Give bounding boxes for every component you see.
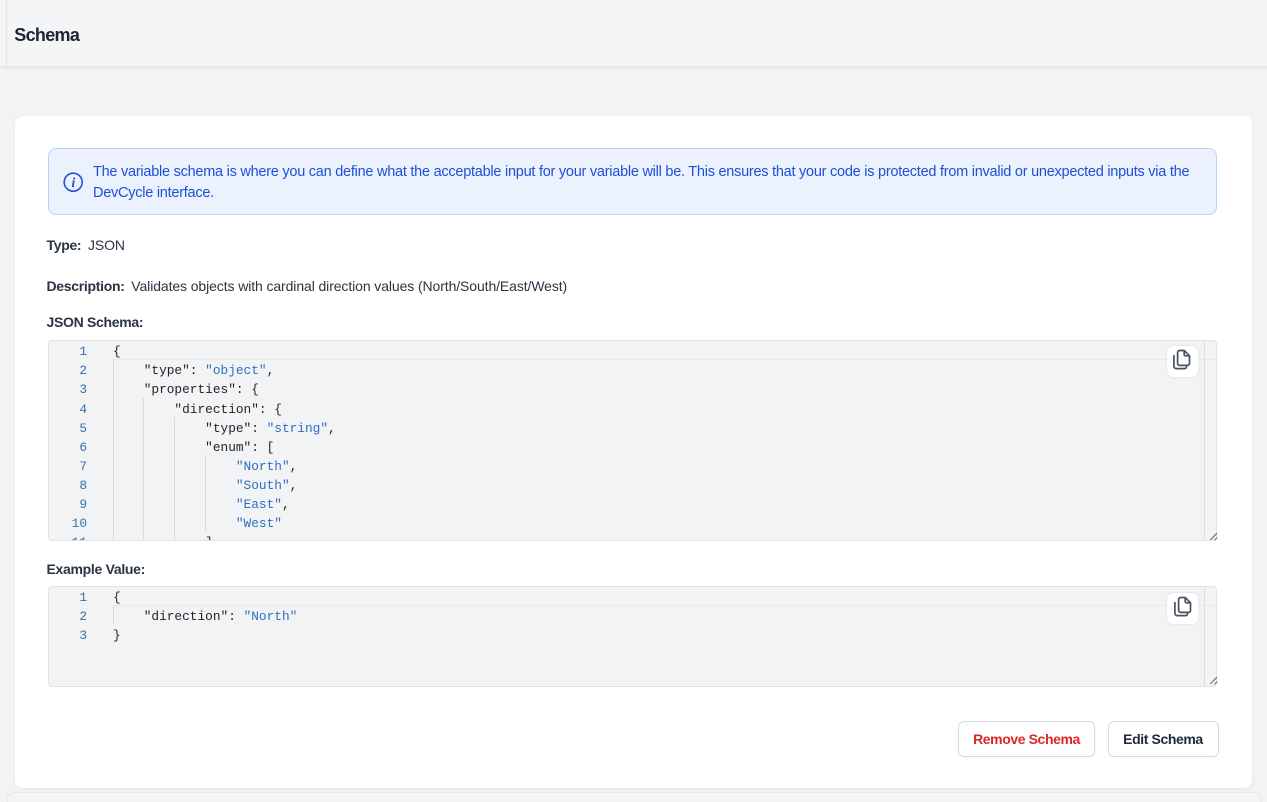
svg-text:i: i <box>72 175 76 190</box>
